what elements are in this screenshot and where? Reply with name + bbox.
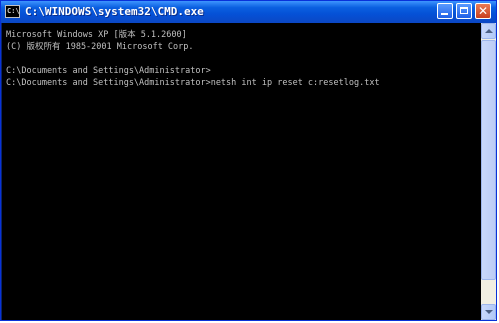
maximize-icon <box>460 7 468 14</box>
vertical-scrollbar[interactable] <box>481 23 496 320</box>
scroll-down-button[interactable] <box>481 304 496 320</box>
console-line: C:\Documents and Settings\Administrator> <box>6 66 211 76</box>
console-line: Microsoft Windows XP [版本 5.1.2600] <box>6 30 187 40</box>
console-line: (C) 版权所有 1985-2001 Microsoft Corp. <box>6 42 194 52</box>
title-bar[interactable]: C:\ C:\WINDOWS\system32\CMD.exe ✕ <box>1 1 496 23</box>
minimize-button[interactable] <box>437 3 453 19</box>
close-icon: ✕ <box>477 4 489 18</box>
scroll-up-button[interactable] <box>481 23 496 39</box>
maximize-button[interactable] <box>456 3 472 19</box>
window-title: C:\WINDOWS\system32\CMD.exe <box>25 5 204 18</box>
cmd-icon[interactable]: C:\ <box>5 5 20 18</box>
cmd-window: C:\ C:\WINDOWS\system32\CMD.exe ✕ Micros… <box>0 0 497 321</box>
minimize-icon <box>441 13 448 15</box>
close-button[interactable]: ✕ <box>475 3 491 19</box>
scroll-thumb[interactable] <box>481 40 496 280</box>
console-output[interactable]: Microsoft Windows XP [版本 5.1.2600] (C) 版… <box>2 23 481 320</box>
scroll-down-arrow-icon <box>485 310 493 314</box>
scroll-up-arrow-icon <box>485 29 493 33</box>
console-command-line: C:\Documents and Settings\Administrator>… <box>6 78 380 88</box>
